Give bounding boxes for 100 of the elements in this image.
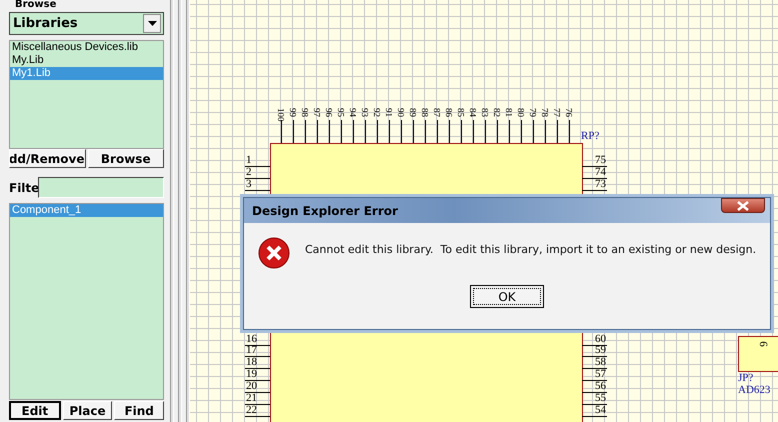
pin-number: 87: [431, 108, 443, 119]
pin-number: 74: [594, 166, 606, 177]
library-dropdown[interactable]: Libraries: [9, 12, 164, 35]
library-button[interactable]: Browse: [88, 149, 164, 168]
pin-line: [329, 120, 330, 143]
component-button[interactable]: Place: [62, 401, 112, 420]
pin-number: 86: [443, 108, 455, 119]
error-message: Cannot edit this library. To edit this library, import it to an existing or new design.: [305, 243, 756, 256]
pin-number: 19: [246, 369, 257, 380]
pin-line: [293, 120, 294, 143]
pin-line: [341, 120, 342, 143]
pin-number: 90: [395, 108, 407, 119]
pin-line: [582, 368, 607, 370]
pin-line: [582, 190, 607, 191]
ok-button[interactable]: OK: [470, 285, 544, 308]
pin-number: 100: [275, 108, 287, 120]
pin-number: 83: [479, 108, 491, 119]
pin-number: 80: [515, 108, 527, 119]
designator-label: JP?: [738, 372, 754, 384]
part-value-label: AD623: [738, 384, 770, 396]
dialog-title: Design Explorer Error: [252, 204, 398, 218]
pin-line: [582, 404, 607, 405]
component-button[interactable]: Edit: [9, 401, 61, 420]
part-body: [738, 336, 778, 372]
library-item[interactable]: My.Lib: [10, 54, 163, 67]
close-button[interactable]: [721, 198, 765, 213]
pin-number: 81: [503, 108, 515, 119]
pin-number: 1: [246, 155, 252, 165]
pin-line: [245, 356, 270, 358]
pin-line: [437, 120, 438, 143]
pin-line: [582, 356, 607, 358]
pin-number: 60: [594, 334, 606, 344]
pin-line: [497, 120, 498, 143]
pin-line: [521, 120, 522, 143]
library-item[interactable]: Miscellaneous Devices.lib: [10, 41, 163, 54]
pin-number: 96: [323, 108, 335, 119]
component-button[interactable]: Find: [114, 401, 164, 420]
pin-line: [245, 190, 270, 191]
pin-line: [365, 120, 366, 143]
pin-number: 54: [594, 404, 606, 415]
pin-line: [317, 120, 318, 143]
pin-number: 93: [359, 108, 371, 119]
filter-field[interactable]: [38, 177, 164, 198]
pin-line: [245, 404, 270, 405]
pin-number: 18: [246, 357, 257, 368]
pin-number: 55: [594, 393, 606, 403]
pin-line: [353, 120, 354, 143]
pin-line: [425, 120, 426, 143]
pin-line: [281, 120, 282, 143]
pin-line: [582, 416, 607, 417]
error-icon: [258, 237, 290, 269]
pin-line: [449, 120, 450, 143]
pin-number: 58: [594, 357, 606, 368]
pin-number: 78: [539, 108, 551, 119]
pin-number: 79: [527, 108, 539, 119]
pin-line: [377, 120, 378, 143]
pin-line: [305, 120, 306, 143]
pin-number: 3: [246, 178, 252, 189]
pin-line: [245, 166, 270, 167]
pin-line: [245, 368, 270, 370]
pin-line: [582, 344, 607, 346]
pin-line: [413, 120, 414, 143]
filter-label: Filte: [9, 180, 38, 194]
pin-number: 17: [246, 345, 257, 356]
pin-line: [245, 380, 270, 382]
pin-number: 21: [246, 393, 257, 403]
pin-number: 82: [491, 108, 503, 119]
pin-number: 75: [594, 155, 606, 165]
pin-number: 95: [335, 108, 347, 119]
pin-number: 16: [246, 334, 257, 344]
pin-number: 84: [467, 108, 479, 119]
pin-number: 92: [371, 108, 383, 119]
pin-number: 76: [563, 108, 575, 119]
pin-line: [582, 380, 607, 382]
pin-line: [569, 120, 570, 143]
pin-line: [582, 178, 607, 179]
pin-number: 89: [407, 108, 419, 119]
pin-line: [485, 120, 486, 143]
pin-line: [582, 392, 607, 394]
close-icon: [737, 200, 749, 210]
pin-number: 56: [594, 381, 606, 392]
pin-line: [582, 166, 607, 167]
pin-number: 20: [246, 381, 257, 392]
pin-line: [245, 416, 270, 417]
pin-number: 94: [347, 108, 359, 119]
pin-line: [245, 392, 270, 394]
pin-line: [545, 120, 546, 143]
pin-number: 97: [311, 108, 323, 119]
designator-label: RP?: [581, 130, 600, 142]
pin-number: 98: [299, 108, 311, 119]
pin-number: 2: [246, 166, 252, 177]
pin-line: [461, 120, 462, 143]
pin-number: 99: [287, 108, 299, 119]
pin-line: [389, 120, 390, 143]
pin-number: 77: [551, 108, 563, 119]
pin-line: [245, 178, 270, 179]
pin-line: [473, 120, 474, 143]
pin-line: [533, 120, 534, 143]
pin-number: 57: [594, 369, 606, 380]
pin-number: 59: [594, 345, 606, 356]
